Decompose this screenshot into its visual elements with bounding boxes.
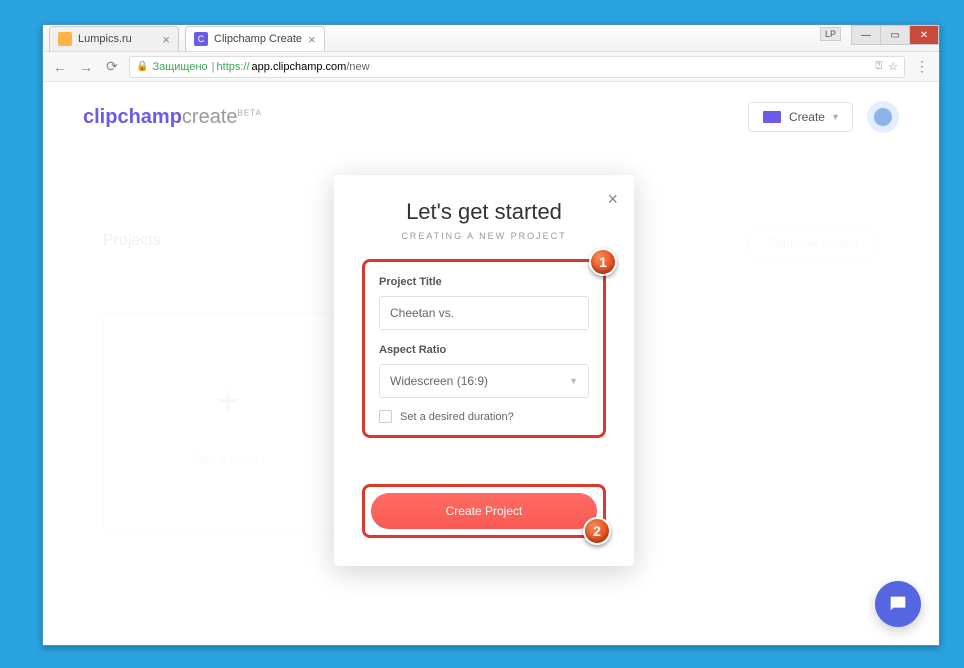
close-icon[interactable]: × bbox=[162, 32, 170, 47]
minimize-button[interactable]: — bbox=[851, 25, 881, 45]
tab-lumpics[interactable]: Lumpics.ru × bbox=[49, 26, 179, 51]
create-project-button[interactable]: Create Project bbox=[371, 493, 597, 529]
favicon-lumpics bbox=[58, 32, 72, 46]
logo-text-2: create bbox=[182, 106, 238, 128]
page-content: clipchampcreateBETA Create ▾ Projects St… bbox=[43, 82, 939, 645]
close-icon[interactable]: × bbox=[308, 32, 316, 47]
app-header: clipchampcreateBETA Create ▾ bbox=[43, 82, 939, 152]
aspect-value: Widescreen (16:9) bbox=[390, 374, 488, 388]
create-dropdown[interactable]: Create ▾ bbox=[748, 102, 853, 132]
aspect-ratio-label: Aspect Ratio bbox=[379, 344, 589, 356]
url-host: app.clipchamp.com bbox=[252, 61, 347, 73]
chevron-down-icon: ▾ bbox=[833, 112, 838, 123]
profile-badge[interactable]: LP bbox=[820, 27, 841, 41]
duration-checkbox-row[interactable]: Set a desired duration? bbox=[379, 410, 589, 423]
url-proto: https:// bbox=[217, 61, 250, 73]
menu-button[interactable]: ⋮ bbox=[913, 58, 931, 76]
annotation-2: 2 bbox=[583, 517, 611, 545]
project-title-label: Project Title bbox=[379, 276, 589, 288]
create-label: Create bbox=[789, 110, 825, 124]
form-section: 1 Project Title Aspect Ratio Widescreen … bbox=[362, 259, 606, 438]
beta-badge: BETA bbox=[238, 108, 262, 117]
address-bar: ← → ⟳ 🔒 Защищено | https://app.clipchamp… bbox=[43, 52, 939, 82]
chat-icon bbox=[887, 593, 909, 615]
url-separator: | bbox=[212, 61, 215, 73]
create-icon bbox=[763, 111, 781, 123]
chevron-down-icon: ▼ bbox=[569, 376, 578, 386]
chat-button[interactable] bbox=[875, 581, 921, 627]
lock-icon: 🔒 bbox=[136, 61, 148, 72]
translate-icon[interactable]: ⍰ bbox=[876, 60, 883, 73]
browser-window: Lumpics.ru × C Clipchamp Create × LP — ▭… bbox=[42, 24, 940, 646]
secure-label: Защищено bbox=[152, 61, 207, 73]
logo-text-1: clipchamp bbox=[83, 106, 182, 128]
new-project-modal: × Let's get started CREATING A NEW PROJE… bbox=[334, 175, 634, 566]
forward-button[interactable]: → bbox=[77, 58, 95, 76]
project-title-input[interactable] bbox=[379, 296, 589, 330]
reload-button[interactable]: ⟳ bbox=[103, 58, 121, 76]
close-icon[interactable]: × bbox=[607, 189, 618, 210]
url-path: /new bbox=[346, 61, 369, 73]
button-section: Create Project 2 bbox=[362, 484, 606, 538]
logo: clipchampcreateBETA bbox=[83, 106, 262, 129]
maximize-button[interactable]: ▭ bbox=[880, 25, 910, 45]
favicon-clipchamp: C bbox=[194, 32, 208, 46]
avatar[interactable] bbox=[867, 101, 899, 133]
window-controls: — ▭ ✕ bbox=[852, 25, 939, 45]
tab-label: Clipchamp Create bbox=[214, 33, 302, 45]
tab-clipchamp[interactable]: C Clipchamp Create × bbox=[185, 26, 325, 51]
modal-subtitle: CREATING A NEW PROJECT bbox=[362, 231, 606, 241]
duration-label: Set a desired duration? bbox=[400, 411, 514, 423]
checkbox[interactable] bbox=[379, 410, 392, 423]
modal-title: Let's get started bbox=[362, 199, 606, 225]
aspect-ratio-select[interactable]: Widescreen (16:9) ▼ bbox=[379, 364, 589, 398]
titlebar: Lumpics.ru × C Clipchamp Create × LP — ▭… bbox=[43, 25, 939, 52]
bookmark-icon[interactable]: ☆ bbox=[888, 60, 898, 73]
url-input[interactable]: 🔒 Защищено | https://app.clipchamp.com/n… bbox=[129, 56, 905, 78]
annotation-1: 1 bbox=[589, 248, 617, 276]
back-button[interactable]: ← bbox=[51, 58, 69, 76]
header-right: Create ▾ bbox=[748, 101, 899, 133]
tab-label: Lumpics.ru bbox=[78, 33, 132, 45]
close-button[interactable]: ✕ bbox=[909, 25, 939, 45]
